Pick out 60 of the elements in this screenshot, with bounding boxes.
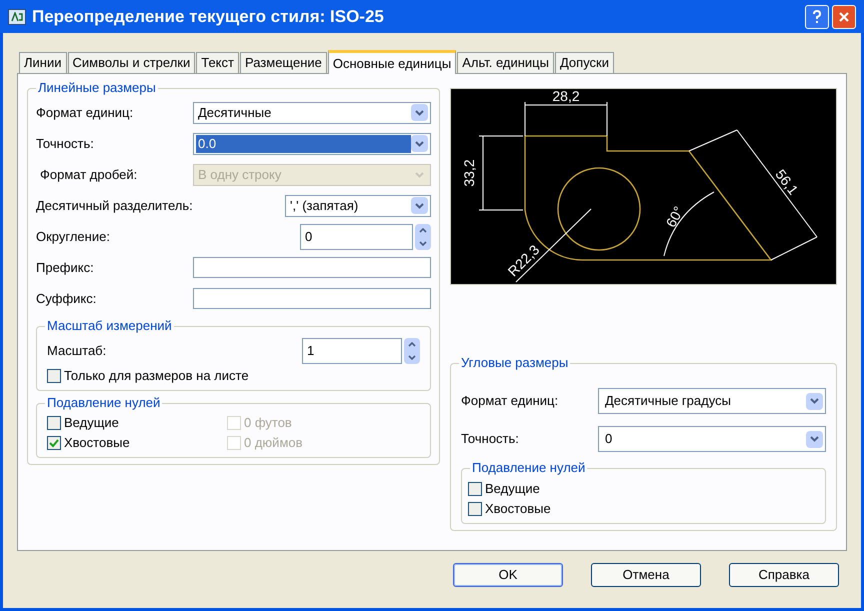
dialog-button[interactable]: Отмена (591, 563, 701, 587)
field-label: Префикс: (36, 258, 94, 277)
field-label: Формат единиц: (461, 392, 558, 410)
field-label: Десятичный разделитель: (36, 196, 193, 215)
dropdown-value: Десятичные градусы (604, 392, 732, 410)
tab[interactable]: Альт. единицы (457, 52, 554, 73)
checkbox-label: Хвостовые (64, 434, 130, 452)
group-title: Угловые размеры (459, 355, 570, 371)
app-icon (8, 8, 26, 24)
dropdown[interactable]: Десятичные градусы (598, 388, 826, 414)
dialog-button[interactable]: Справка (729, 563, 839, 587)
field-label: Суффикс: (36, 290, 96, 308)
group-title: Масштаб измерений (45, 318, 174, 334)
dropdown-value: Десятичные (197, 104, 272, 122)
field-label: Точность: (461, 430, 519, 448)
spin-arrows-icon[interactable] (415, 224, 431, 250)
tab[interactable]: Основные единицы (328, 50, 456, 74)
dropdown-value: 0 (604, 430, 614, 448)
group-title: Подавление нулей (470, 460, 588, 476)
window-title: Переопределение текущего стиля: ISO-25 (32, 6, 385, 28)
checkbox[interactable] (47, 416, 61, 430)
field-label: Формат дробей: (39, 166, 138, 184)
dropdown[interactable]: ',' (запятая) (285, 194, 431, 216)
tab[interactable]: Допуски (554, 52, 614, 73)
dropdown[interactable]: 0 (598, 426, 826, 452)
close-icon (838, 10, 850, 22)
checkbox-label: 0 дюймов (244, 434, 303, 452)
dropdown[interactable]: Десятичные (193, 102, 431, 124)
dropdown-value: ',' (запятая) (289, 196, 360, 214)
checkbox-label: Ведущие (485, 480, 540, 498)
dialog-button[interactable]: OK (453, 563, 563, 587)
field-label: Округление: (36, 228, 110, 246)
checkbox[interactable] (47, 369, 61, 383)
checkbox[interactable] (468, 502, 482, 516)
help-button[interactable] (805, 4, 829, 28)
tab[interactable]: Размещение (240, 52, 327, 73)
number-field[interactable]: 0 (300, 224, 413, 250)
number-field[interactable]: 1 (302, 338, 402, 364)
question-mark-icon (812, 10, 822, 24)
dropdown[interactable]: 0.0 (193, 132, 431, 154)
checkbox[interactable] (468, 482, 482, 496)
checkbox[interactable] (47, 436, 61, 450)
dropdown-value: 0.0 (196, 134, 411, 152)
tab[interactable]: Линии (19, 52, 66, 73)
field-label: Масштаб: (47, 342, 106, 360)
spin-arrows-icon[interactable] (404, 338, 420, 364)
checkbox-label: Хвостовые (485, 500, 551, 518)
tab[interactable]: Символы и стрелки (68, 52, 196, 73)
checkbox-label: Ведущие (64, 414, 119, 432)
dropdown-value: В одну строку (197, 166, 282, 184)
input-field[interactable] (193, 257, 431, 278)
checkbox-label: 0 футов (244, 414, 292, 432)
tab[interactable]: Текст (196, 52, 239, 73)
close-button[interactable] (832, 4, 856, 28)
group-title: Подавление нулей (45, 395, 162, 411)
input-field[interactable] (193, 288, 431, 309)
field-label: Формат единиц: (36, 104, 134, 122)
field-label: Точность: (36, 134, 94, 153)
checkbox-label: Только для размеров на листе (64, 367, 249, 386)
group-title: Линейные размеры (36, 80, 158, 96)
